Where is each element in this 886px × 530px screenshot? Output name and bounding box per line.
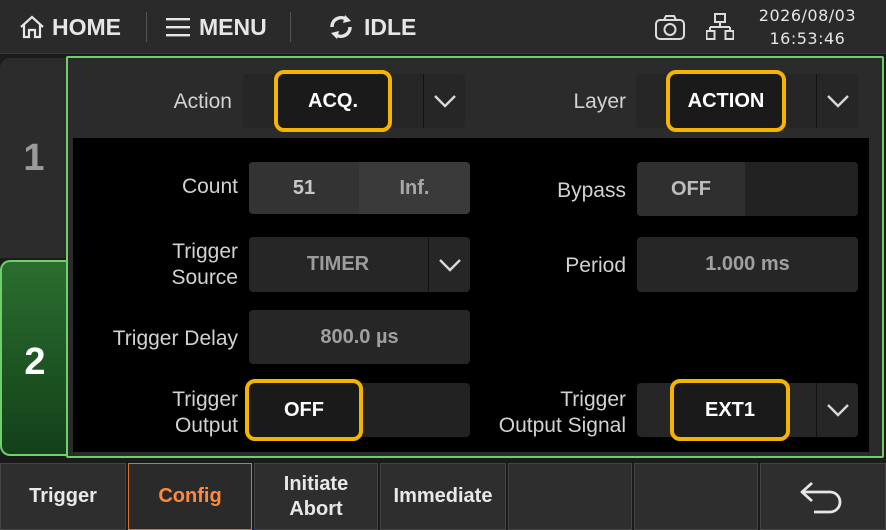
chevron-down-icon: [423, 74, 465, 128]
softkey-initiate-label: Initiate: [283, 472, 349, 495]
action-label: Action: [173, 90, 232, 113]
softkey-trigger-label: Trigger: [29, 485, 97, 507]
chevron-down-icon: [816, 383, 858, 437]
period-field[interactable]: 1.000 ms: [637, 237, 858, 292]
tab-1[interactable]: 1: [0, 58, 68, 258]
layer-label: Layer: [573, 90, 626, 113]
refresh-icon: [330, 15, 352, 39]
trigger-output-signal-label: Trigger Output Signal: [470, 387, 626, 439]
trigger-output-value[interactable]: OFF: [245, 379, 363, 441]
time-text: 16:53:46: [769, 29, 846, 48]
network-icon[interactable]: [706, 12, 734, 42]
separator: [146, 12, 147, 42]
trigger-delay-field[interactable]: 800.0 µs: [249, 310, 470, 364]
action-value[interactable]: ACQ.: [274, 70, 392, 132]
count-toggle[interactable]: 51 Inf.: [249, 162, 470, 214]
layer-value[interactable]: ACTION: [666, 70, 786, 132]
trigger-source-label: Trigger Source: [100, 239, 238, 291]
status-label: IDLE: [364, 13, 417, 40]
menu-label: MENU: [199, 13, 267, 40]
bypass-value[interactable]: OFF: [637, 162, 745, 216]
trigger-output-signal-value[interactable]: EXT1: [670, 379, 790, 441]
separator: [290, 12, 291, 42]
softkey-empty-5[interactable]: [508, 463, 632, 530]
camera-icon[interactable]: [654, 14, 686, 42]
trigger-output-signal-label-line1: Trigger: [560, 388, 626, 411]
softkey-trigger[interactable]: Trigger: [0, 463, 126, 530]
trigger-output-label-line2: Output: [174, 414, 238, 437]
count-value[interactable]: 51: [249, 162, 359, 214]
tab-2[interactable]: 2: [0, 260, 68, 456]
trigger-output-label-line1: Trigger: [172, 388, 238, 411]
softkey-abort-label: Abort: [289, 497, 343, 520]
menu-button[interactable]: MENU: [165, 0, 267, 54]
back-button[interactable]: [760, 463, 886, 530]
trigger-delay-label: Trigger Delay: [112, 327, 238, 350]
tab-1-label: 1: [23, 136, 45, 179]
trigger-output-label: Trigger Output: [100, 387, 238, 439]
status-indicator: IDLE: [326, 0, 416, 54]
trigger-source-label-line1: Trigger: [172, 240, 238, 263]
softkey-empty-6[interactable]: [634, 463, 758, 530]
period-label: Period: [565, 254, 626, 277]
date-text: 2026/08/03: [758, 6, 856, 25]
datetime: 2026/08/03 16:53:46: [759, 4, 856, 50]
trigger-source-value: TIMER: [306, 253, 370, 275]
menu-icon: [166, 18, 190, 37]
bypass-on-segment[interactable]: [745, 162, 858, 216]
softkey-initiate-abort[interactable]: Initiate Abort: [254, 463, 378, 530]
home-icon: [20, 15, 44, 39]
tab-2-label: 2: [24, 340, 46, 383]
chevron-down-icon: [428, 237, 470, 292]
home-label: HOME: [52, 13, 121, 40]
trigger-source-select[interactable]: TIMER: [249, 237, 470, 292]
trigger-source-label-line2: Source: [171, 266, 238, 289]
back-arrow-icon: [800, 481, 842, 513]
softkey-config-label: Config: [158, 485, 222, 507]
home-button[interactable]: HOME: [18, 0, 121, 54]
softkey-immediate[interactable]: Immediate: [380, 463, 506, 530]
trigger-output-signal-label-line2: Output Signal: [498, 414, 626, 437]
chevron-down-icon: [816, 74, 858, 128]
count-inf-button[interactable]: Inf.: [359, 162, 470, 214]
softkey-config[interactable]: Config: [128, 463, 252, 530]
bypass-toggle[interactable]: OFF: [637, 162, 858, 216]
top-bar: HOME MENU IDLE 2026/08/03 16:53:46: [0, 0, 886, 54]
count-label: Count: [181, 175, 238, 198]
softkey-immediate-label: Immediate: [393, 485, 493, 507]
bypass-label: Bypass: [557, 179, 626, 202]
